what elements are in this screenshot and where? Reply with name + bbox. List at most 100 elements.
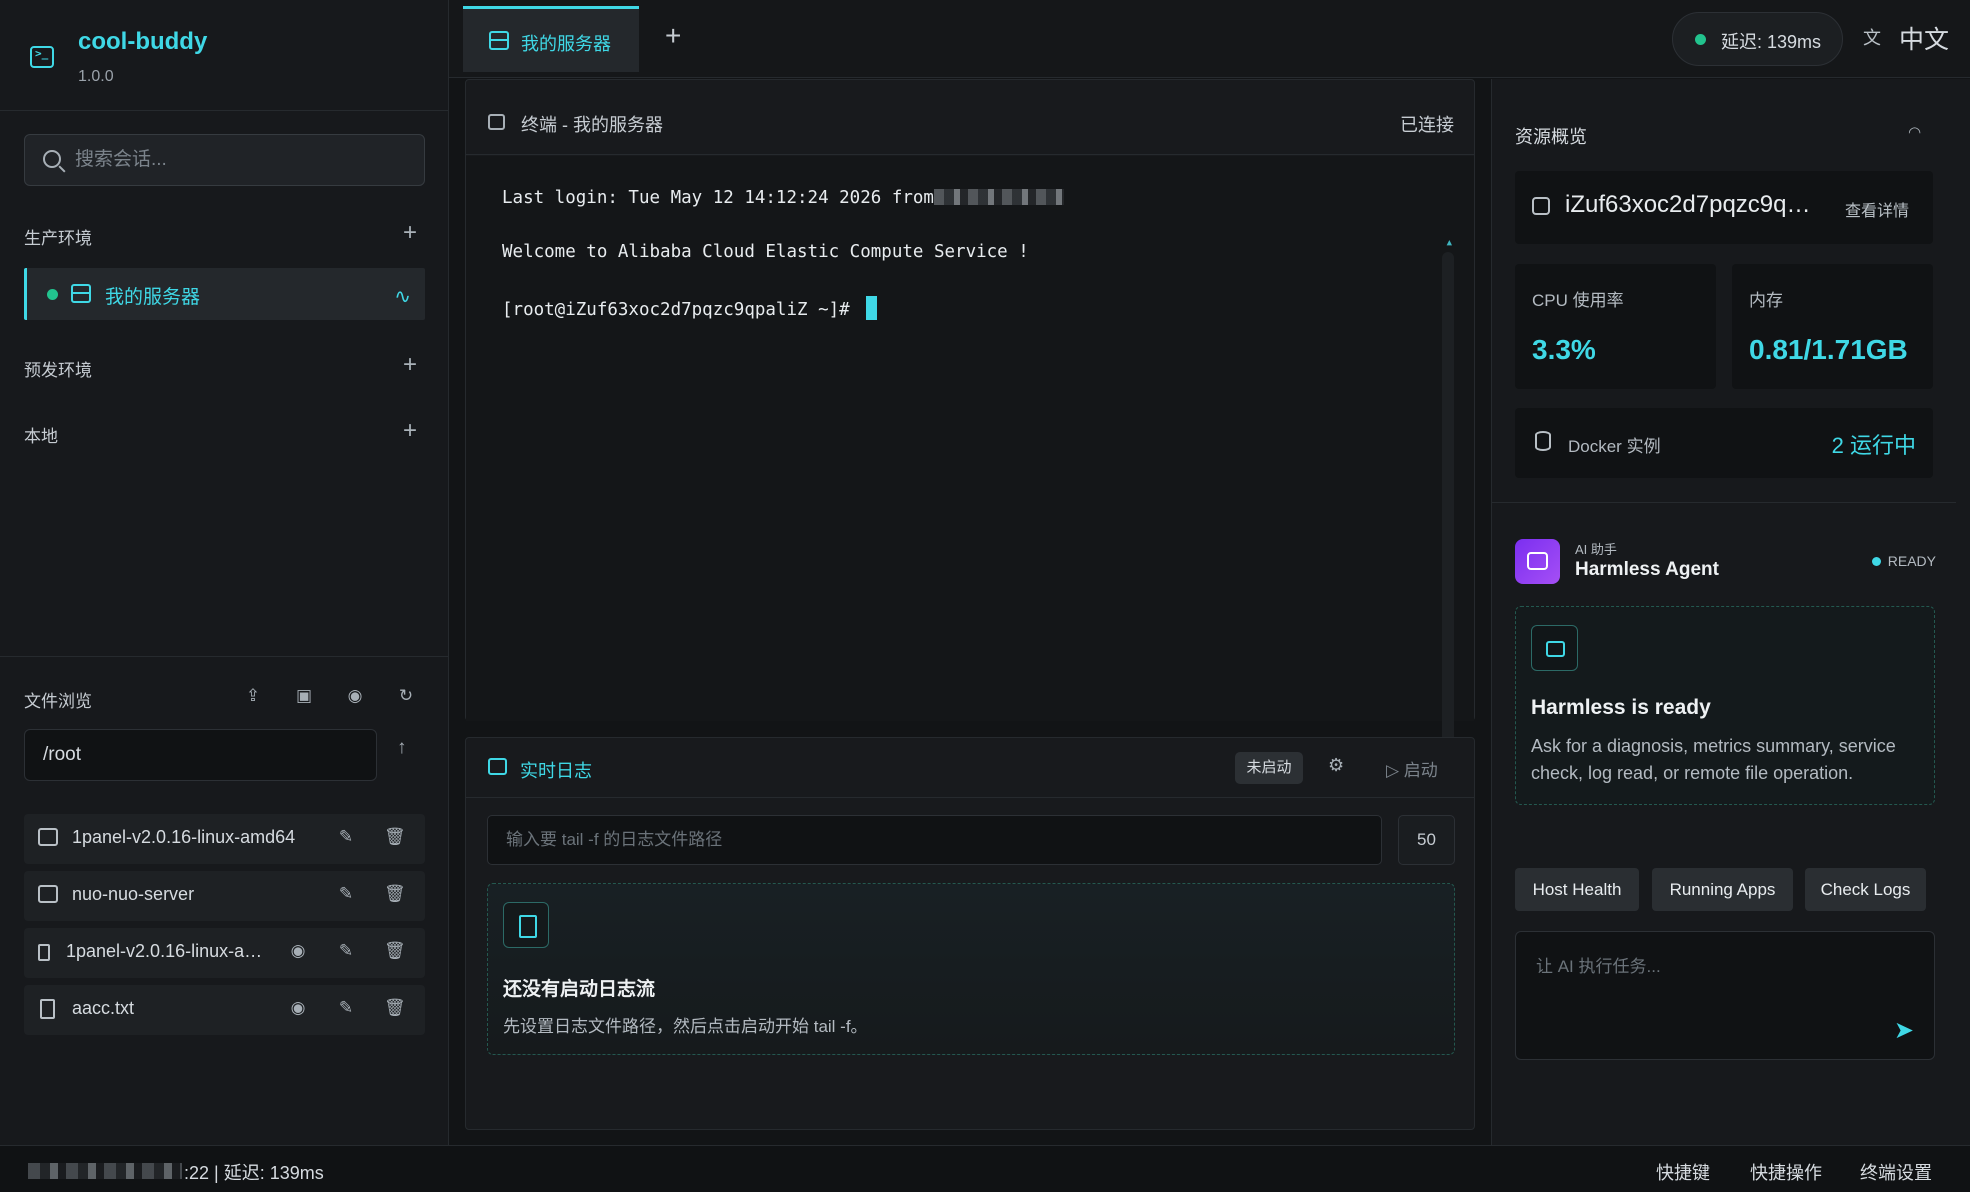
activity-icon[interactable]: ∿ <box>394 284 411 309</box>
add-session-icon[interactable]: + <box>403 419 417 443</box>
group-label: 预发环境 <box>24 361 92 380</box>
terminal-output[interactable]: Last login: Tue May 12 14:12:24 2026 fro… <box>466 156 1474 776</box>
terminal-line: Welcome to Alibaba Cloud Elastic Compute… <box>502 242 1029 262</box>
translate-icon[interactable]: 文 <box>1863 24 1881 50</box>
terminal-line: Last login: Tue May 12 14:12:24 2026 fro… <box>502 188 1064 208</box>
group-label: 本地 <box>24 427 58 446</box>
online-status-dot <box>47 289 58 300</box>
ready-badge: READY <box>1872 553 1936 569</box>
quick-action-running-apps[interactable]: Running Apps <box>1652 868 1793 911</box>
file-name: 1panel-v2.0.16-linux-amd64 <box>72 827 296 847</box>
sidebar-item-my-server[interactable]: 我的服务器 ∿ <box>24 268 425 320</box>
parent-dir-icon[interactable]: ↑ <box>397 737 407 759</box>
log-state-badge: 未启动 <box>1235 752 1303 784</box>
path-field[interactable]: /root <box>24 729 377 781</box>
cpu-value: 3.3% <box>1532 334 1596 365</box>
file-icon <box>40 999 55 1019</box>
trash-icon[interactable]: 🗑 <box>384 941 406 961</box>
docker-label: Docker 实例 <box>1568 437 1661 456</box>
refresh-icon[interactable]: ↻ <box>395 685 417 707</box>
search-icon <box>43 150 61 168</box>
ai-card-desc: Ask for a diagnosis, metrics summary, se… <box>1531 736 1896 783</box>
upload-icon[interactable]: ⇪ <box>242 685 264 707</box>
server-icon <box>71 284 91 303</box>
file-row[interactable]: aacc.txt ◉ ✎ 🗑 <box>24 985 425 1035</box>
add-session-icon[interactable]: + <box>403 353 417 377</box>
play-icon: ▷ <box>1386 761 1404 780</box>
group-staging[interactable]: 预发环境 + <box>24 351 425 383</box>
line-count-input[interactable]: 50 <box>1398 815 1455 865</box>
tab-my-server[interactable]: 我的服务器 <box>463 6 639 72</box>
server-icon <box>489 31 509 50</box>
terminal-header: 终端 - 我的服务器 已连接 <box>466 80 1474 155</box>
memory-stat: 内存 0.81/1.71GB <box>1732 264 1933 389</box>
language-switch[interactable]: 中文 <box>1899 20 1949 56</box>
latency-text: 延迟: 139ms <box>1721 32 1822 52</box>
ai-subtitle: AI 助手 <box>1575 542 1617 557</box>
settings-icon[interactable]: ⚙ <box>1328 755 1344 776</box>
ai-prompt-input[interactable] <box>1516 932 1934 1059</box>
host-name: iZuf63xoc2d7pqzc9qpaliZ <box>1565 191 1815 218</box>
gauge-icon: ◠ <box>1908 124 1922 141</box>
trash-icon[interactable]: 🗑 <box>384 998 406 1018</box>
quick-actions-link[interactable]: 快捷操作 <box>1750 1159 1822 1185</box>
terminal-settings-link[interactable]: 终端设置 <box>1860 1159 1932 1185</box>
database-icon <box>1535 431 1551 451</box>
online-status-dot <box>1695 34 1706 45</box>
log-title: 实时日志 <box>520 761 592 781</box>
add-session-icon[interactable]: + <box>403 221 417 245</box>
view-details-link[interactable]: 查看详情 <box>1845 197 1909 221</box>
trash-icon[interactable]: 🗑 <box>384 884 406 904</box>
connection-status: 已连接 <box>1400 115 1454 135</box>
memory-label: 内存 <box>1749 291 1783 310</box>
server-label: 我的服务器 <box>105 287 201 308</box>
scroll-up-icon[interactable]: ▲ <box>1447 238 1452 248</box>
edit-icon[interactable]: ✎ <box>336 884 356 904</box>
new-folder-icon[interactable]: ▣ <box>293 685 315 707</box>
memory-value: 0.81/1.71GB <box>1749 334 1908 365</box>
eye-icon[interactable]: ◉ <box>288 941 308 961</box>
group-local[interactable]: 本地 + <box>24 417 425 449</box>
brand-header: cool-buddy 1.0.0 <box>0 0 448 111</box>
send-icon[interactable]: ➤ <box>1894 1016 1914 1045</box>
tab-bar: 我的服务器 + 延迟: 139ms 文 中文 <box>449 0 1970 78</box>
search-input[interactable] <box>75 143 405 177</box>
quick-action-host-health[interactable]: Host Health <box>1515 868 1639 911</box>
edit-icon[interactable]: ✎ <box>336 998 356 1018</box>
monitor-icon <box>488 758 507 775</box>
quick-action-check-logs[interactable]: Check Logs <box>1805 868 1926 911</box>
trash-icon[interactable]: 🗑 <box>384 827 406 847</box>
log-empty-state: 还没有启动日志流 先设置日志文件路径，然后点击启动开始 tail -f。 <box>487 883 1455 1055</box>
terminal-panel: 终端 - 我的服务器 已连接 Last login: Tue May 12 14… <box>465 79 1475 776</box>
edit-icon[interactable]: ✎ <box>336 941 356 961</box>
eye-icon[interactable]: ◉ <box>344 685 366 707</box>
terminal-icon <box>488 114 505 130</box>
resource-overview: 资源概览 ◠ iZuf63xoc2d7pqzc9qpaliZ 查看详情 CPU … <box>1492 79 1956 503</box>
start-button[interactable]: ▷ 启动 <box>1386 756 1438 781</box>
edit-icon[interactable]: ✎ <box>336 827 356 847</box>
host-card: iZuf63xoc2d7pqzc9qpaliZ 查看详情 <box>1515 171 1933 244</box>
file-name: aacc.txt <box>72 998 135 1018</box>
ai-card-title: Harmless is ready <box>1531 696 1711 719</box>
folder-icon <box>38 885 58 903</box>
file-row[interactable]: 1panel-v2.0.16-linux-amd64 ✎ 🗑 <box>24 814 425 864</box>
cpu-label: CPU 使用率 <box>1532 291 1624 310</box>
ai-prompt-box: ➤ <box>1515 931 1935 1060</box>
file-row[interactable]: nuo-nuo-server ✎ 🗑 <box>24 871 425 921</box>
session-search[interactable] <box>24 134 425 186</box>
redacted-host <box>28 1163 182 1179</box>
eye-icon[interactable]: ◉ <box>288 998 308 1018</box>
docker-stat: Docker 实例 2 运行中 <box>1515 408 1933 478</box>
file-browser: 文件浏览 ⇪ ▣ ◉ ↻ /root ↑ 1panel-v2.0.16-linu… <box>0 656 449 1145</box>
file-row[interactable]: 1panel-v2.0.16-linux-amd64.tar.gz ◉ ✎ 🗑 <box>24 928 425 978</box>
host-icon <box>1532 197 1550 215</box>
shortcuts-link[interactable]: 快捷键 <box>1656 1159 1710 1185</box>
redacted-ip <box>933 189 1064 205</box>
app-name: cool-buddy <box>78 28 208 55</box>
bot-icon <box>1515 539 1560 584</box>
terminal-scrollbar[interactable] <box>1442 252 1454 772</box>
new-tab-button[interactable]: + <box>665 20 681 52</box>
log-path-input[interactable] <box>487 815 1382 865</box>
group-production[interactable]: 生产环境 + <box>24 219 425 251</box>
latency-badge: 延迟: 139ms <box>1672 12 1843 66</box>
